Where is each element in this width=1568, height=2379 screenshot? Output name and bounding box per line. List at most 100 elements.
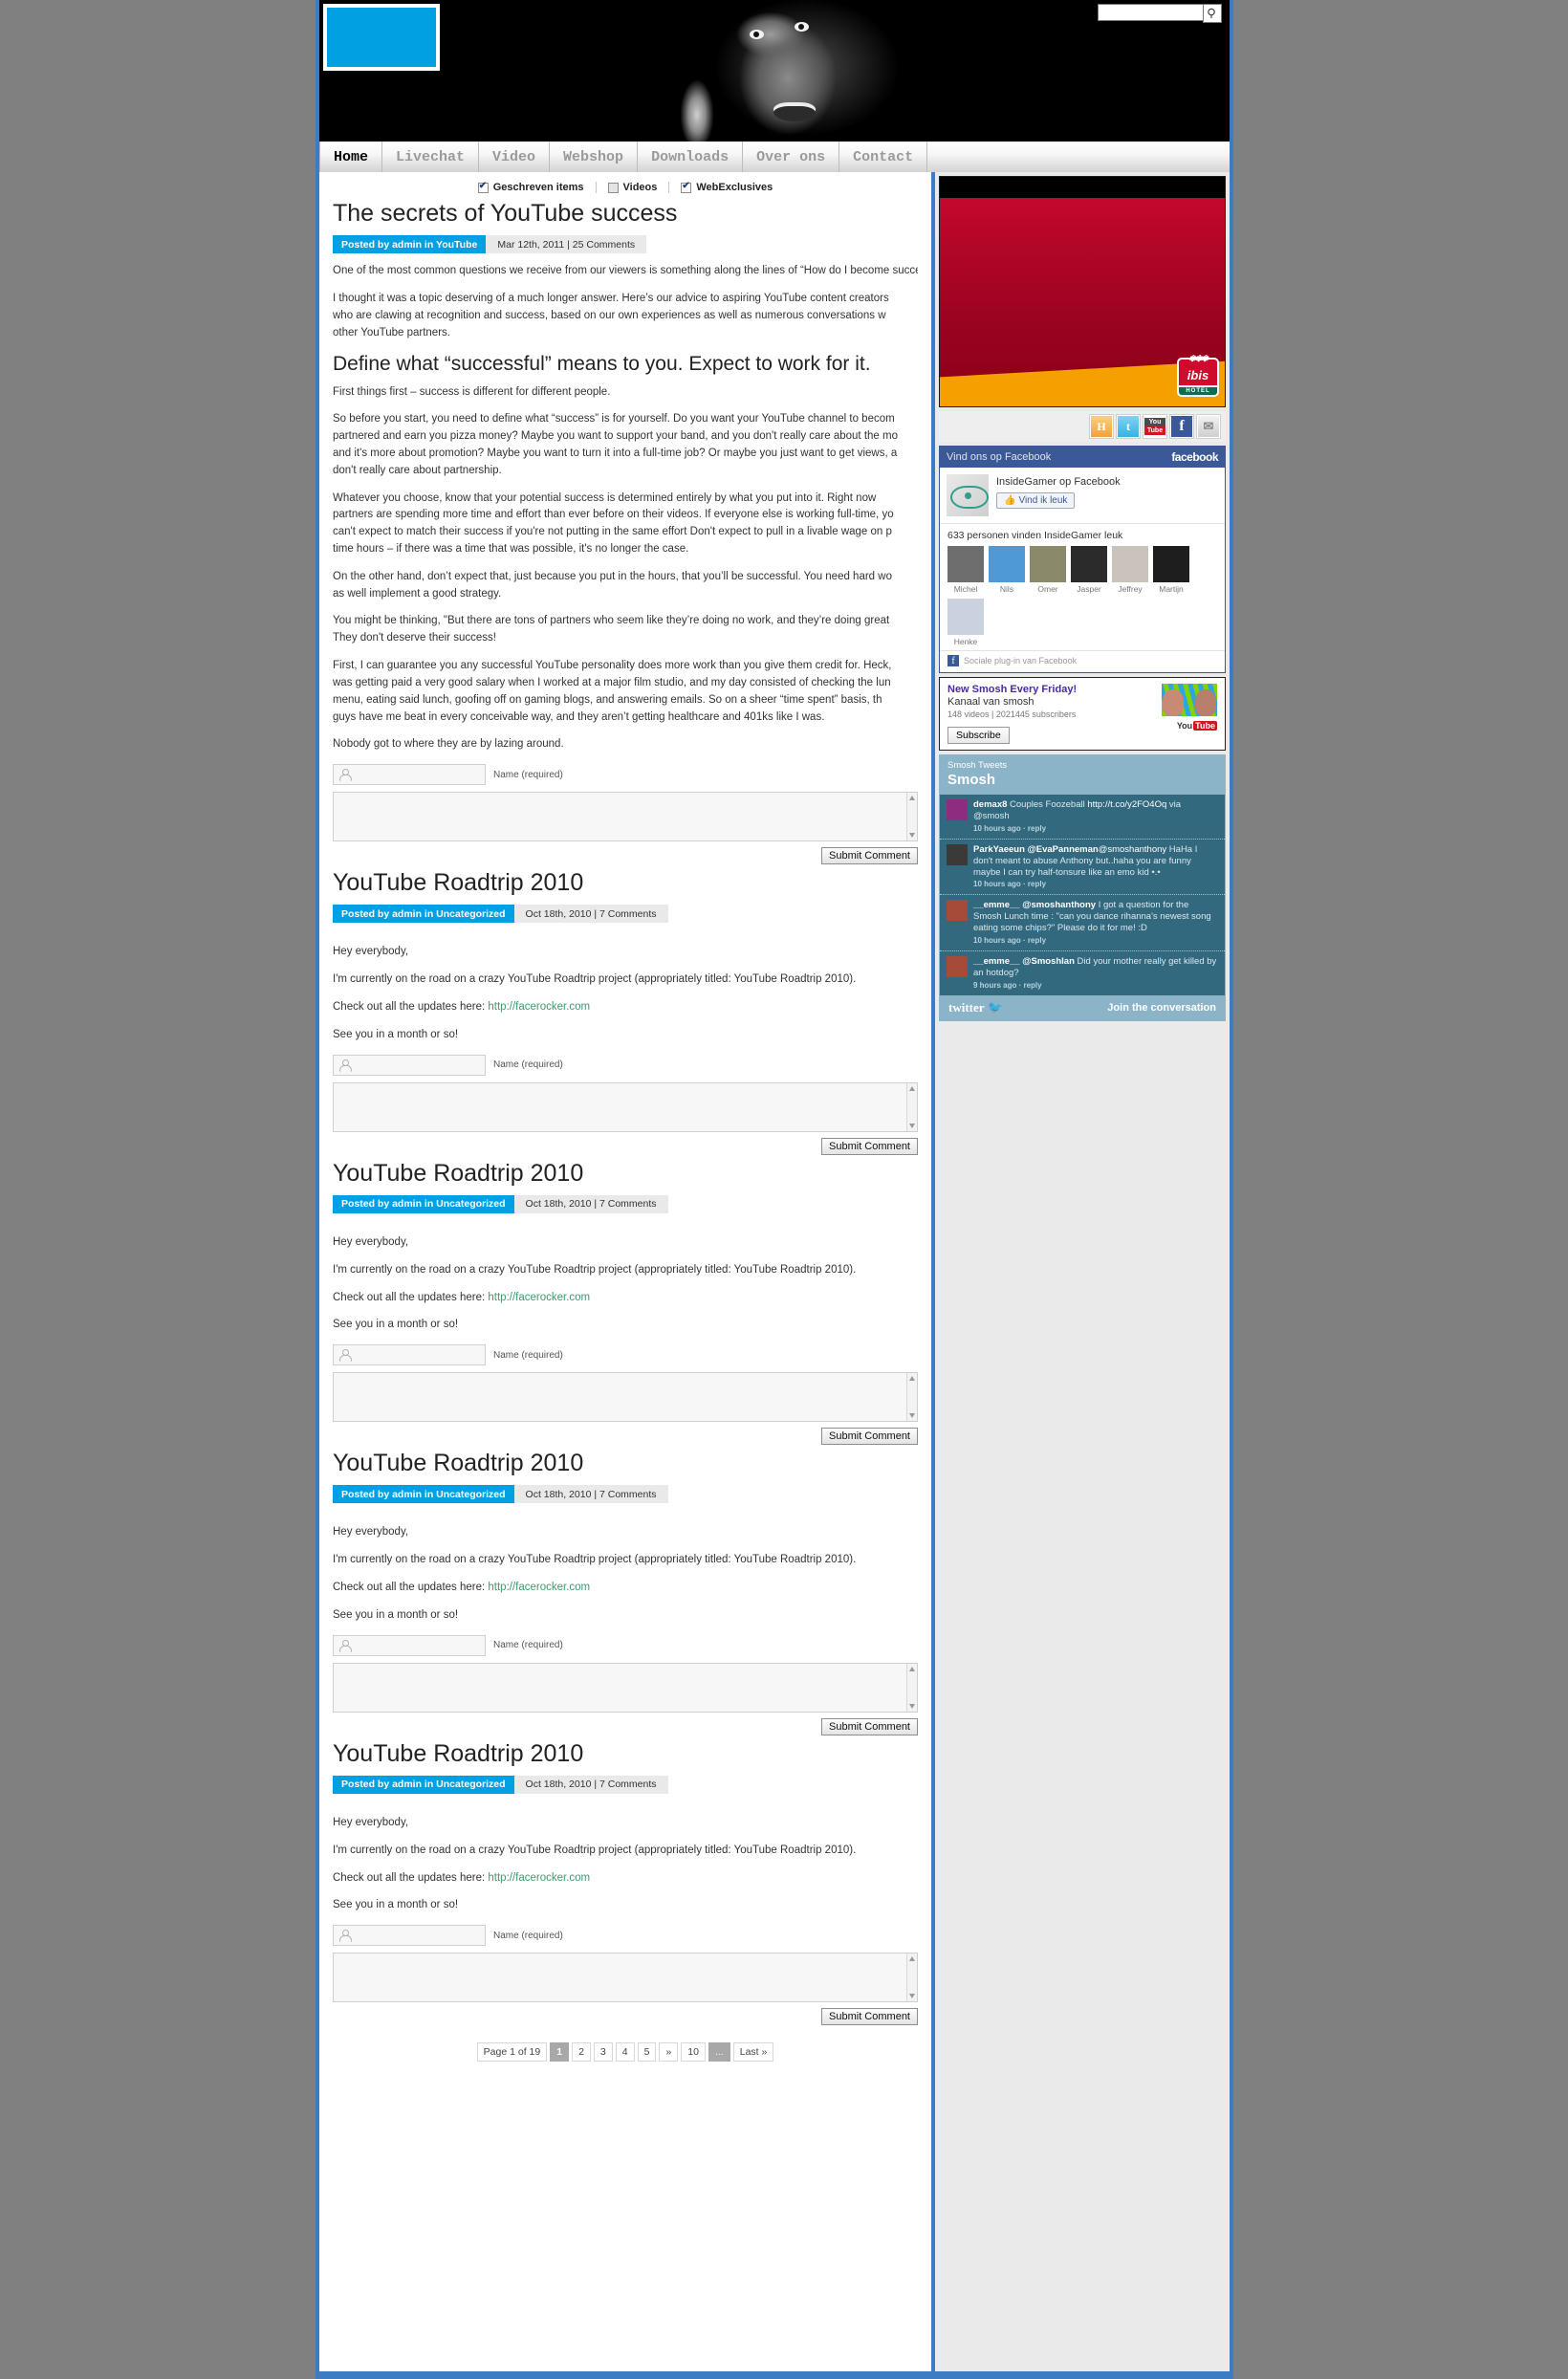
tweet-timestamp[interactable]: 10 hours ago · reply [973,824,1218,834]
facebook-person[interactable]: Michel [947,546,984,594]
submit-comment-button[interactable]: Submit Comment [821,2008,918,2026]
avatar [947,900,968,922]
name-input[interactable] [333,764,486,786]
search-input[interactable] [1098,4,1203,21]
nav-item-home[interactable]: Home [319,142,383,172]
advertisement[interactable]: ✾✾✾ ibis HOTEL [939,176,1226,407]
tweet-user[interactable]: __emme__ @SmoshIan [973,956,1075,967]
comment-textarea[interactable] [333,1081,918,1132]
name-input[interactable] [333,1054,486,1076]
hyves-icon[interactable]: H [1089,414,1114,439]
nav-item-contact[interactable]: Contact [839,142,928,172]
name-input[interactable] [333,1344,486,1366]
tweet-item[interactable]: ParkYaeeun @EvaPanneman@smoshanthony HaH… [940,840,1225,896]
post-article: YouTube Roadtrip 2010 Posted by admin in … [333,1740,918,2026]
facebook-person[interactable]: Omer [1030,546,1066,594]
facebook-person[interactable]: Henke [947,599,984,646]
twitter-join-link[interactable]: Join the conversation [1107,1002,1216,1014]
youtube-thumbnail[interactable] [1162,684,1217,716]
paragraph: First things first – success is differen… [333,384,918,402]
comment-textarea[interactable] [333,1953,918,2003]
post-link[interactable]: http://facerocker.com [488,1292,590,1303]
tweet-item[interactable]: demax8 Couples Foozeball http://t.co/y2F… [940,795,1225,840]
facebook-widget-header: Vind ons op Facebook facebook [940,447,1225,468]
tweet-item[interactable]: __emme__ @smoshanthony I got a question … [940,895,1225,951]
name-input[interactable] [333,1925,486,1947]
post-category[interactable]: Posted by admin in Uncategorized [333,1775,514,1794]
pagination-item[interactable]: ... [708,2042,730,2063]
submit-comment-button[interactable]: Submit Comment [821,1717,918,1735]
tweet-timestamp[interactable]: 10 hours ago · reply [973,880,1218,889]
youtube-widget-title[interactable]: New Smosh Every Friday! [947,684,1162,695]
facebook-like-button[interactable]: 👍 Vind ik leuk [996,492,1076,509]
post-link[interactable]: http://facerocker.com [488,1001,590,1013]
checkbox-icon[interactable] [607,182,619,193]
tweet-link[interactable]: @smoshanthony [1099,844,1166,855]
filter-geschreven-items[interactable]: Geschreven items [467,181,596,193]
comment-textarea[interactable] [333,792,918,842]
person-icon [339,1059,352,1072]
nav-item-downloads[interactable]: Downloads [638,142,744,172]
comment-form: Name (required) Submit Comment [333,1634,918,1735]
comment-textarea[interactable] [333,1662,918,1713]
facebook-person[interactable]: Martijn [1153,546,1189,594]
youtube-subscribe-button[interactable]: Subscribe [947,727,1010,744]
post-category[interactable]: Posted by admin in YouTube [333,235,487,254]
tweet-user[interactable]: ParkYaeeun @EvaPanneman [973,844,1099,855]
facebook-person[interactable]: Jasper [1071,546,1107,594]
submit-comment-button[interactable]: Submit Comment [821,1428,918,1446]
nav-item-livechat[interactable]: Livechat [382,142,480,172]
paragraph: I'm currently on the road on a crazy You… [333,1554,857,1566]
pagination-item[interactable]: » [659,2042,679,2063]
textarea-scrollbar[interactable] [906,1082,917,1131]
pagination-item[interactable]: 1 [550,2042,570,2063]
checkbox-icon[interactable] [477,181,489,193]
paragraph-line: On the other hand, don’t expect that, ju… [333,570,892,582]
tweet-user[interactable]: demax8 [973,799,1007,810]
pagination-item[interactable]: 4 [615,2042,635,2063]
search-button[interactable] [1203,4,1222,23]
filter-webexclusives[interactable]: WebExclusives [668,181,784,193]
comment-textarea[interactable] [333,1372,918,1423]
pagination-item[interactable]: 5 [637,2042,657,2063]
facebook-person[interactable]: Nils [989,546,1025,594]
email-icon[interactable]: ✉ [1196,414,1221,439]
tweet-timestamp[interactable]: 9 hours ago · reply [973,981,1218,991]
tweet-timestamp[interactable]: 10 hours ago · reply [973,936,1218,946]
site-logo[interactable] [323,4,440,71]
tweet-link[interactable]: http://t.co/y2FO4Oq [1087,799,1166,810]
pagination-item[interactable]: 2 [572,2042,591,2063]
filter-videos[interactable]: Videos [595,182,669,193]
pagination-item[interactable]: 10 [681,2042,706,2063]
textarea-scrollbar[interactable] [906,1373,917,1422]
post-category[interactable]: Posted by admin in Uncategorized [333,1485,514,1504]
pagination: Page 1 of 19 1 2 3 4 5» 10... Last » [333,2042,918,2063]
facebook-icon[interactable]: f [1169,414,1194,439]
checkbox-icon[interactable] [681,181,692,193]
post-link[interactable]: http://facerocker.com [488,1582,590,1593]
textarea-scrollbar[interactable] [906,1953,917,2002]
pagination-item[interactable]: Last » [732,2042,774,2063]
facebook-page-name[interactable]: InsideGamer op Facebook [996,474,1121,488]
post-category[interactable]: Posted by admin in Uncategorized [333,1194,514,1213]
filter-label: Geschreven items [492,182,584,193]
submit-comment-button[interactable]: Submit Comment [821,847,918,865]
nav-item-video[interactable]: Video [479,142,551,172]
nav-item-over-ons[interactable]: Over ons [743,142,840,172]
post-title: YouTube Roadtrip 2010 [333,1159,584,1187]
textarea-scrollbar[interactable] [906,1663,917,1712]
nav-item-webshop[interactable]: Webshop [550,142,639,172]
post-category[interactable]: Posted by admin in Uncategorized [333,905,514,924]
pagination-item[interactable]: 3 [593,2042,613,2063]
youtube-icon[interactable]: You Tube [1143,414,1167,439]
post-link[interactable]: http://facerocker.com [488,1872,590,1884]
twitter-icon[interactable]: t [1116,414,1141,439]
tweet-user[interactable]: __emme__ @smoshanthony [973,900,1096,910]
scroll-down-icon [909,1123,915,1128]
textarea-scrollbar[interactable] [906,793,917,841]
paragraph-line: You might be thinking, "But there are to… [333,615,890,627]
tweet-item[interactable]: __emme__ @SmoshIan Did your mother reall… [940,951,1225,995]
facebook-person[interactable]: Jeffrey [1112,546,1148,594]
name-input[interactable] [333,1634,486,1656]
submit-comment-button[interactable]: Submit Comment [821,1137,918,1155]
